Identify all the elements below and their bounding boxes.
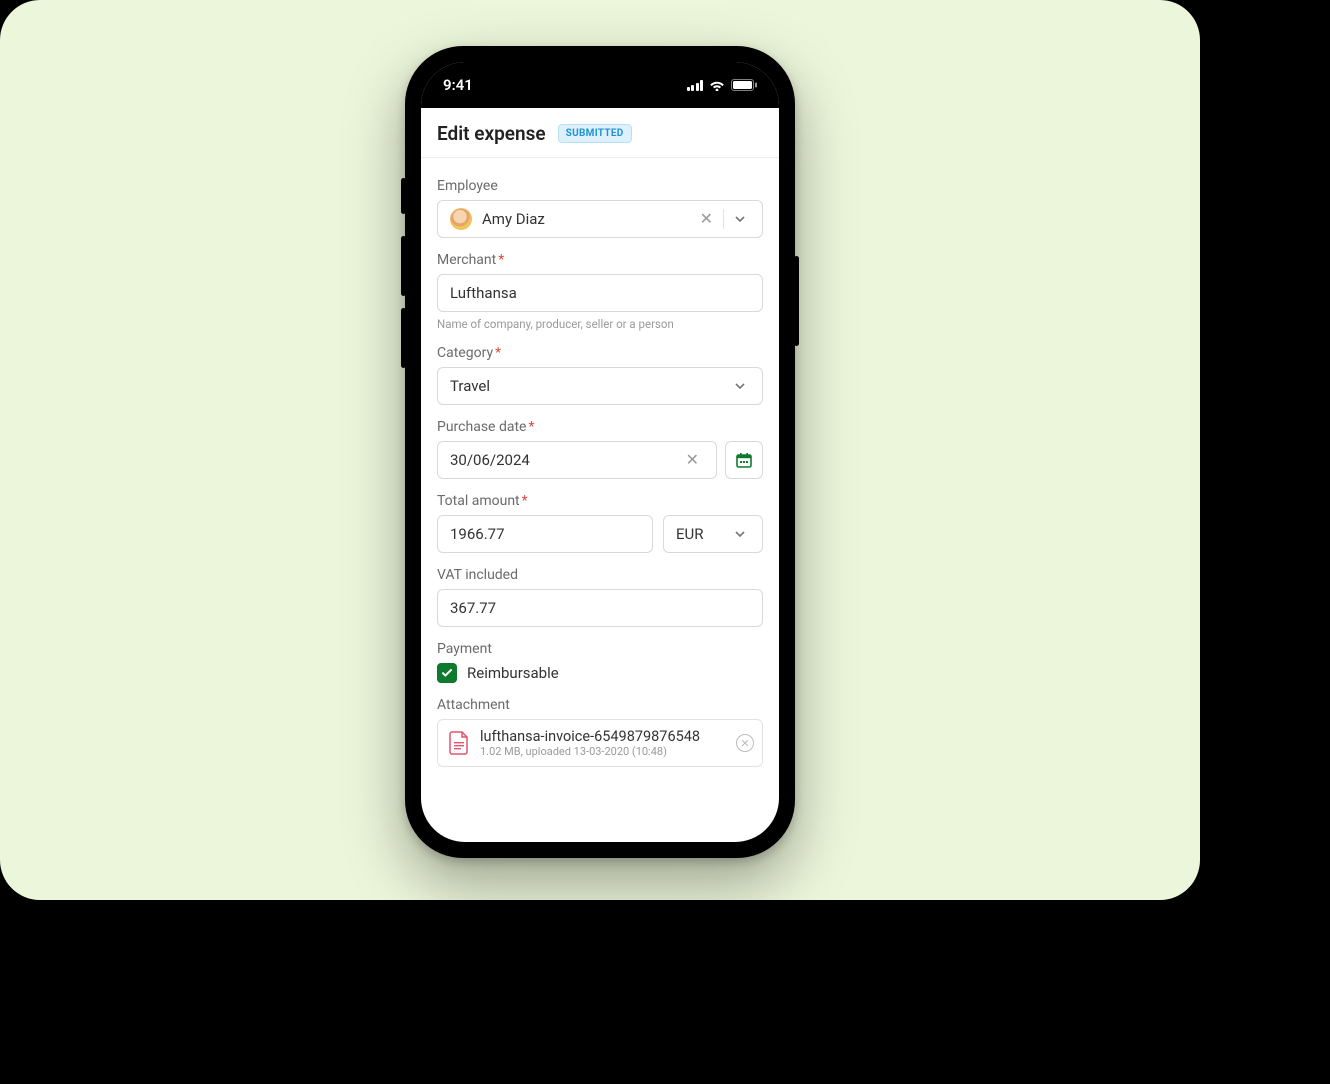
category-select[interactable]: Travel <box>437 367 763 405</box>
status-badge: SUBMITTED <box>558 124 632 143</box>
total-amount-label: Total amount* <box>437 493 763 509</box>
chevron-down-icon[interactable] <box>724 380 750 392</box>
category-value: Travel <box>450 377 490 395</box>
page-title: Edit expense <box>437 122 546 145</box>
phone-screen: 9:41 Edit expense SUBMITTED Employee <box>421 62 779 842</box>
required-indicator: * <box>528 419 534 435</box>
currency-value: EUR <box>676 525 704 543</box>
phone-notch <box>516 62 684 92</box>
category-label: Category* <box>437 345 763 361</box>
phone-volume-up <box>401 236 406 296</box>
required-indicator: * <box>495 345 501 361</box>
phone-silent-switch <box>401 178 406 214</box>
chevron-down-icon[interactable] <box>724 213 750 225</box>
expense-form: Employee Amy Diaz ✕ <box>421 158 779 767</box>
currency-select[interactable]: EUR <box>663 515 763 553</box>
attachment-meta: 1.02 MB, uploaded 13-03-2020 (10:48) <box>480 745 752 758</box>
employee-clear-icon[interactable]: ✕ <box>690 211 723 227</box>
phone-frame: 9:41 Edit expense SUBMITTED Employee <box>405 46 795 858</box>
battery-icon <box>731 79 757 91</box>
merchant-helper-text: Name of company, producer, seller or a p… <box>437 317 763 331</box>
payment-label: Payment <box>437 641 763 657</box>
merchant-label: Merchant* <box>437 252 763 268</box>
file-icon <box>448 730 470 756</box>
phone-volume-down <box>401 308 406 368</box>
required-indicator: * <box>522 493 528 509</box>
cellular-signal-icon <box>687 80 704 91</box>
total-amount-input[interactable] <box>437 515 653 553</box>
page-header: Edit expense SUBMITTED <box>421 108 779 158</box>
purchase-date-label: Purchase date* <box>437 419 763 435</box>
calendar-icon <box>735 451 753 469</box>
calendar-button[interactable] <box>725 441 763 479</box>
employee-avatar <box>450 208 472 230</box>
wifi-icon <box>709 79 725 91</box>
attachment-label: Attachment <box>437 697 763 713</box>
phone-power-button <box>794 256 799 346</box>
reimbursable-label: Reimbursable <box>467 664 559 682</box>
employee-select[interactable]: Amy Diaz ✕ <box>437 200 763 238</box>
employee-label: Employee <box>437 178 763 194</box>
chevron-down-icon[interactable] <box>724 528 750 540</box>
date-clear-icon[interactable]: ✕ <box>676 452 709 468</box>
vat-label: VAT included <box>437 567 763 583</box>
reimbursable-checkbox[interactable] <box>437 663 457 683</box>
merchant-input[interactable] <box>437 274 763 312</box>
attachment-item[interactable]: lufthansa-invoice-6549879876548 1.02 MB,… <box>437 719 763 767</box>
attachment-remove-icon[interactable]: ✕ <box>736 734 754 752</box>
vat-input[interactable] <box>437 589 763 627</box>
required-indicator: * <box>498 252 504 268</box>
status-time: 9:41 <box>443 76 473 94</box>
attachment-filename: lufthansa-invoice-6549879876548 <box>480 728 752 745</box>
check-icon <box>441 667 453 679</box>
employee-value: Amy Diaz <box>482 210 545 228</box>
